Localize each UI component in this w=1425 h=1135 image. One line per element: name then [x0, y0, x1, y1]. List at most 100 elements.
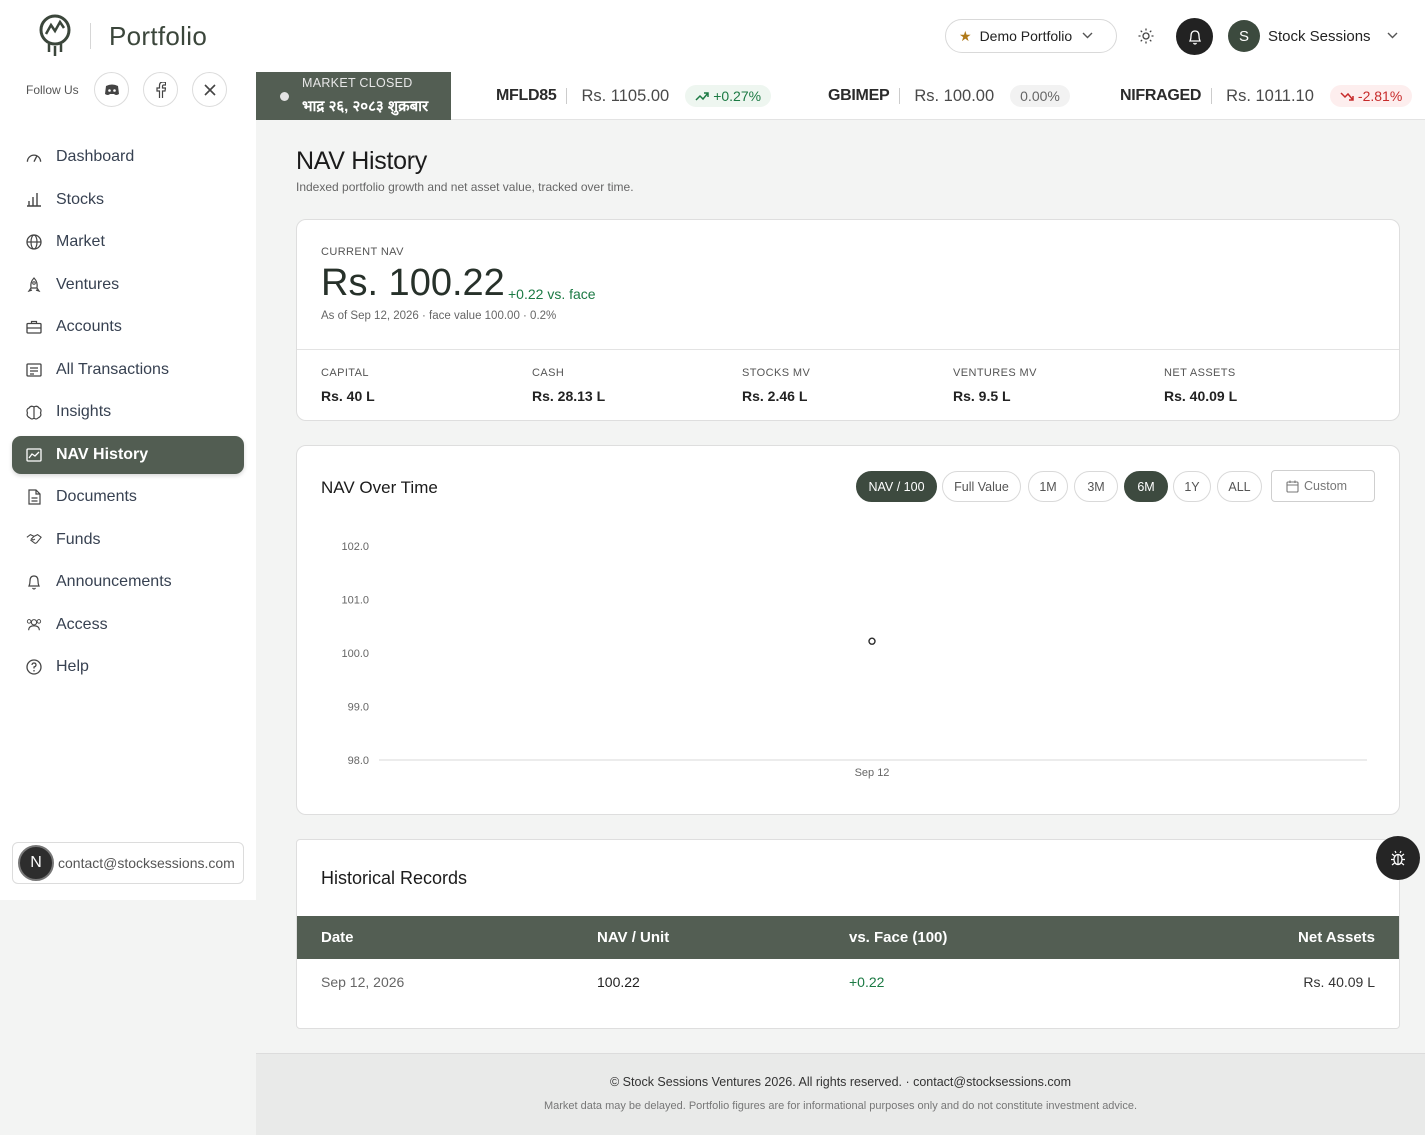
ticker-change-value: +0.27% [713, 88, 762, 104]
sidebar-item-all-transactions[interactable]: All Transactions [12, 351, 244, 389]
y-tick-label: 99.0 [348, 702, 369, 714]
cell-date: Sep 12, 2026 [321, 974, 405, 990]
brand[interactable]: Portfolio [38, 14, 207, 58]
footer-disclaimer: Market data may be delayed. Portfolio fi… [543, 1100, 1138, 1112]
column-header-net-assets[interactable]: Net Assets [1298, 929, 1375, 946]
rocket-icon [26, 276, 42, 293]
status-dot [280, 92, 289, 101]
cell-vs-face: +0.22 [849, 974, 885, 990]
user-email: contact@stocksessions.com [58, 855, 235, 871]
sidebar-item-market[interactable]: Market [12, 223, 244, 261]
stat-value: Rs. 40 L [321, 388, 375, 404]
bell-icon [26, 574, 42, 590]
sidebar-item-insights[interactable]: Insights [12, 393, 244, 431]
range-all[interactable]: ALL [1217, 471, 1262, 502]
sidebar-item-label: Stocks [56, 190, 105, 208]
brand-name: Portfolio [109, 20, 208, 51]
ticker-item[interactable]: NIFRAGED Rs. 1011.10 -2.81% [1120, 72, 1413, 120]
account-menu[interactable]: S Stock Sessions [1228, 20, 1398, 52]
sidebar-item-label: Dashboard [56, 148, 135, 165]
discord-icon[interactable] [94, 72, 129, 107]
column-header-vs-face[interactable]: vs. Face (100) [849, 929, 947, 946]
current-nav-meta: As of Sep 12, 2026 · face value 100.00 ·… [321, 310, 557, 322]
market-date: भाद्र २६, २०८३ शुक्रबार [302, 98, 429, 115]
toggle-nav-100[interactable]: NAV / 100 [856, 471, 937, 502]
sidebar-item-access[interactable]: Access [12, 606, 244, 644]
custom-range-button[interactable]: Custom [1271, 470, 1375, 502]
logo-icon [39, 14, 71, 56]
ticker-price: Rs. 1011.10 [1226, 86, 1314, 105]
sidebar-item-label: Funds [56, 530, 101, 548]
avatar: S [1228, 20, 1260, 52]
ticker-item[interactable]: MFLD85 Rs. 1105.00 +0.27% [496, 72, 772, 120]
range-1m[interactable]: 1M [1028, 471, 1068, 502]
dashboard-icon [26, 149, 42, 165]
help-icon [26, 659, 42, 675]
current-nav-value: Rs. 100.22 [321, 262, 505, 304]
sidebar-item-nav-history[interactable]: NAV History [12, 435, 244, 474]
sidebar-item-announcements[interactable]: Announcements [12, 563, 244, 601]
follow-us: Follow Us [26, 72, 227, 107]
sidebar-item-stocks[interactable]: Stocks [12, 181, 244, 219]
star-icon: ★ [959, 27, 972, 44]
sidebar-item-ventures[interactable]: Ventures [12, 266, 244, 304]
toggle-full-value[interactable]: Full Value [942, 471, 1021, 502]
sidebar-item-label: Documents [56, 488, 137, 505]
range-6m[interactable]: 6M [1124, 471, 1168, 502]
column-header-date[interactable]: Date [321, 929, 354, 946]
facebook-icon[interactable] [143, 72, 178, 107]
header: ★ Demo Portfolio S Stock Sessions [256, 0, 1425, 72]
market-status: MARKET CLOSED [302, 76, 413, 90]
receipt-icon [26, 362, 42, 378]
y-tick-label: 100.0 [341, 648, 369, 660]
ticker-item[interactable]: GBIMEP Rs. 100.00 0.00% [828, 72, 1070, 120]
sidebar-item-funds[interactable]: Funds [12, 521, 244, 559]
divider [297, 349, 1399, 350]
page-subtitle: Indexed portfolio growth and net asset v… [296, 180, 634, 194]
sidebar-item-label: Market [56, 233, 105, 250]
column-header-nav-unit[interactable]: NAV / Unit [597, 929, 669, 946]
divider [566, 88, 568, 104]
x-tick-label: Sep 12 [855, 767, 890, 779]
sidebar-item-documents[interactable]: Documents [12, 478, 244, 516]
area-chart-icon [26, 447, 42, 463]
table-row[interactable]: Sep 12, 2026 100.22 +0.22 Rs. 40.09 L [297, 960, 1399, 1004]
ticker-price: Rs. 1105.00 [581, 86, 670, 105]
sidebar-item-dashboard[interactable]: Dashboard [12, 138, 244, 176]
stat-stocks-mv: STOCKS MV Rs. 2.46 L [742, 367, 810, 404]
sidebar-nav: Dashboard Stocks Market Ventures Account… [12, 138, 244, 691]
user-menu[interactable]: N contact@stocksessions.com [12, 842, 244, 884]
nav-chart-card: 102.0 101.0 100.0 99.0 98.0 Sep 12 NAV Over T… [296, 445, 1400, 815]
users-icon [26, 617, 42, 633]
stat-cash: CASH Rs. 28.13 L [532, 367, 605, 404]
sidebar-item-accounts[interactable]: Accounts [12, 308, 244, 346]
sidebar-item-label: NAV History [56, 445, 149, 463]
sidebar: Portfolio Follow Us Dashboard Stocks Mar… [0, 0, 256, 900]
x-icon[interactable] [192, 72, 227, 107]
table-header: Date NAV / Unit vs. Face (100) Net Asset… [297, 916, 1399, 959]
bug-report-icon[interactable] [1376, 836, 1420, 880]
current-nav-change: +0.22 vs. face [508, 286, 596, 302]
range-3m[interactable]: 3M [1074, 471, 1118, 502]
historical-records-title: Historical Records [321, 868, 468, 888]
sidebar-item-label: Access [56, 615, 108, 633]
document-icon [26, 489, 42, 505]
sidebar-item-help[interactable]: Help [12, 648, 244, 686]
stat-label: CASH [532, 367, 565, 379]
sun-icon[interactable] [1136, 26, 1156, 46]
range-1y[interactable]: 1Y [1173, 471, 1211, 502]
cell-net-assets: Rs. 40.09 L [1303, 974, 1375, 990]
chevron-down-icon [1082, 30, 1093, 42]
avatar: N [18, 845, 54, 881]
current-nav-card: CURRENT NAV Rs. 100.22 +0.22 vs. face As… [296, 219, 1400, 421]
logo-divider [90, 23, 91, 49]
portfolio-selector[interactable]: ★ Demo Portfolio [945, 19, 1117, 53]
portfolio-selector-label: Demo Portfolio [979, 28, 1073, 44]
stat-value: Rs. 28.13 L [532, 388, 606, 404]
briefcase-icon [26, 319, 42, 335]
data-point[interactable] [868, 637, 876, 645]
ticker-change-value: 0.00% [1020, 88, 1060, 104]
bar-chart-icon [26, 192, 42, 208]
y-tick-label: 98.0 [348, 755, 369, 767]
notifications-bell-icon[interactable] [1176, 18, 1213, 55]
